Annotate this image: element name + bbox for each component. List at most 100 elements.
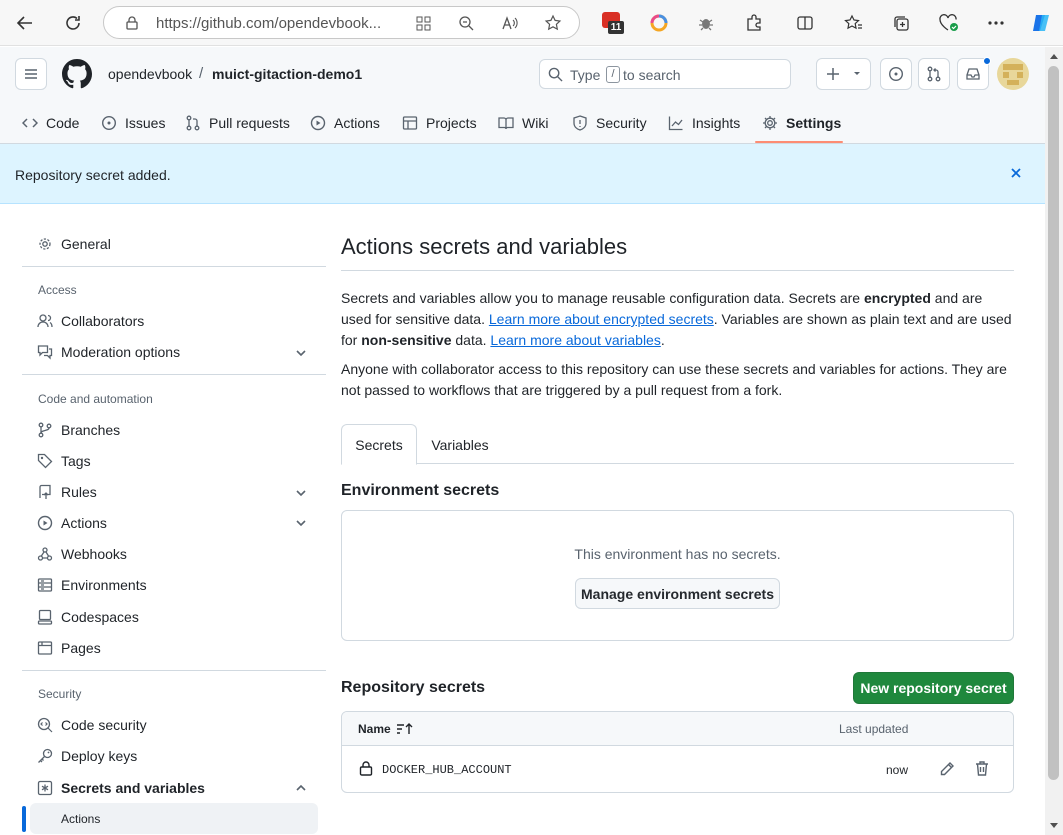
repo-name-link[interactable]: muict-gitaction-demo1	[212, 66, 362, 82]
sidebar-item-label: Code security	[61, 717, 147, 733]
sidebar-item-branches[interactable]: Branches	[37, 416, 120, 444]
tab-variables[interactable]: Variables	[420, 424, 500, 465]
url-text: https://github.com/opendevbook...	[156, 15, 382, 32]
sidebar-item-collaborators[interactable]: Collaborators	[37, 307, 144, 335]
tab-actions[interactable]: Actions	[310, 106, 380, 140]
repo-owner-link[interactable]: opendevbook	[108, 66, 192, 82]
avatar-identicon-icon	[1003, 64, 1023, 85]
back-button[interactable]	[9, 7, 41, 39]
favorite-star-icon[interactable]	[544, 14, 562, 32]
github-logo-icon[interactable]	[62, 59, 92, 89]
copilot-icon[interactable]	[1029, 11, 1053, 35]
read-aloud-icon[interactable]	[501, 15, 519, 32]
sidebar-item-code-security[interactable]: Code security	[37, 711, 147, 739]
sidebar-item-label: Branches	[61, 422, 121, 438]
variables-link[interactable]: Learn more about variables	[490, 332, 660, 348]
scroll-down-icon[interactable]	[1050, 823, 1058, 829]
sidebar-item-deploy-keys[interactable]: Deploy keys	[37, 742, 137, 770]
code-icon	[22, 118, 38, 128]
calendar-extension-icon[interactable]: 11	[601, 11, 625, 35]
tab-insights[interactable]: Insights	[668, 106, 740, 140]
sidebar-item-label: Tags	[61, 453, 91, 469]
chevron-down-icon[interactable]	[294, 516, 308, 530]
tab-issues-label: Issues	[125, 115, 166, 131]
address-bar[interactable]: https://github.com/opendevbook...	[103, 6, 580, 39]
tab-security[interactable]: Security	[572, 106, 647, 140]
collaborator-paragraph: Anyone with collaborator access to this …	[341, 361, 1007, 398]
search-icon	[548, 67, 563, 82]
gear-icon	[39, 238, 51, 250]
sidebar-item-label: General	[61, 236, 111, 252]
notification-dot	[983, 57, 991, 65]
issues-button[interactable]	[880, 58, 912, 90]
chevron-up-icon[interactable]	[294, 781, 308, 795]
tab-code-label: Code	[46, 115, 80, 131]
scrollbar-thumb[interactable]	[1048, 66, 1059, 780]
favorites-icon[interactable]	[841, 11, 865, 35]
sidebar-item-label: Collaborators	[61, 313, 145, 329]
webhook-icon	[37, 547, 53, 561]
tab-pull-requests[interactable]: Pull requests	[185, 106, 290, 140]
manage-env-secrets-button[interactable]: Manage environment secrets	[575, 578, 780, 609]
key-icon	[38, 748, 53, 763]
tab-code[interactable]: Code	[22, 106, 79, 140]
split-screen-icon[interactable]	[793, 11, 817, 35]
avatar[interactable]	[997, 58, 1029, 90]
pull-requests-button[interactable]	[918, 58, 950, 90]
encrypted-secrets-link[interactable]: Learn more about encrypted secrets	[489, 311, 714, 327]
book-icon	[498, 117, 514, 130]
collections-icon[interactable]	[889, 11, 913, 35]
github-header: opendevbook / muict-gitaction-demo1 Type…	[0, 47, 1045, 144]
tab-issues[interactable]: Issues	[101, 106, 165, 140]
sort-icon[interactable]	[396, 722, 414, 736]
sidebar-item-codespaces[interactable]: Codespaces	[37, 603, 139, 631]
sidebar-item-label: Codespaces	[61, 609, 139, 625]
issue-icon	[101, 115, 117, 131]
sidebar-item-moderation[interactable]: Moderation options	[37, 338, 180, 366]
secrets-table: Name Last updated DOCKER_HUB_ACCOUNT now	[341, 711, 1014, 793]
tab-projects[interactable]: Projects	[402, 106, 477, 140]
tab-security-label: Security	[596, 115, 647, 131]
sidebar-item-actions[interactable]: Actions	[37, 509, 107, 537]
search-input[interactable]: Type / to search	[539, 59, 791, 89]
app-grid-icon[interactable]	[415, 15, 432, 32]
extensions-puzzle-icon[interactable]	[742, 11, 766, 35]
sidebar-divider	[22, 266, 326, 267]
search-shortcut-key: /	[606, 66, 620, 83]
bug-extension-icon[interactable]	[694, 11, 718, 35]
tab-secrets[interactable]: Secrets	[341, 424, 417, 465]
trash-icon[interactable]	[974, 760, 990, 777]
sidebar-item-rules[interactable]: Rules	[37, 478, 97, 506]
close-icon[interactable]	[1009, 166, 1023, 180]
more-options-icon[interactable]	[984, 11, 1008, 35]
browser-health-icon[interactable]	[937, 11, 961, 35]
zoom-icon[interactable]	[458, 15, 475, 32]
scroll-up-icon[interactable]	[1050, 53, 1058, 59]
sidebar-subitem-actions[interactable]: Actions	[30, 803, 318, 834]
chevron-down-icon[interactable]	[294, 346, 308, 360]
issue-opened-icon	[888, 66, 904, 82]
search-suffix: to search	[623, 67, 681, 83]
sidebar-item-secrets-variables[interactable]: Secrets and variables	[37, 774, 205, 802]
pencil-icon[interactable]	[939, 761, 955, 777]
color-ring-extension-icon[interactable]	[647, 11, 671, 35]
sidebar-item-tags[interactable]: Tags	[37, 447, 91, 475]
pull-request-icon	[186, 115, 200, 131]
lock-icon[interactable]	[124, 15, 140, 31]
repo-push-icon	[39, 484, 51, 499]
sidebar-item-general[interactable]: General	[37, 230, 111, 258]
sidebar-item-webhooks[interactable]: Webhooks	[37, 540, 127, 568]
sidebar-item-label: Pages	[61, 640, 101, 656]
page-title: Actions secrets and variables	[341, 234, 628, 259]
sidebar-item-pages[interactable]: Pages	[37, 634, 101, 662]
new-repository-secret-button[interactable]: New repository secret	[853, 672, 1014, 704]
sidebar-item-environments[interactable]: Environments	[37, 571, 147, 599]
tab-wiki[interactable]: Wiki	[498, 106, 548, 140]
tab-settings[interactable]: Settings	[762, 106, 841, 140]
menu-button[interactable]	[15, 58, 47, 90]
inbox-icon	[966, 68, 980, 80]
create-new-button[interactable]	[816, 58, 871, 90]
refresh-button[interactable]	[57, 7, 89, 39]
column-updated-header: Last updated	[839, 722, 909, 736]
chevron-down-icon[interactable]	[294, 486, 308, 500]
